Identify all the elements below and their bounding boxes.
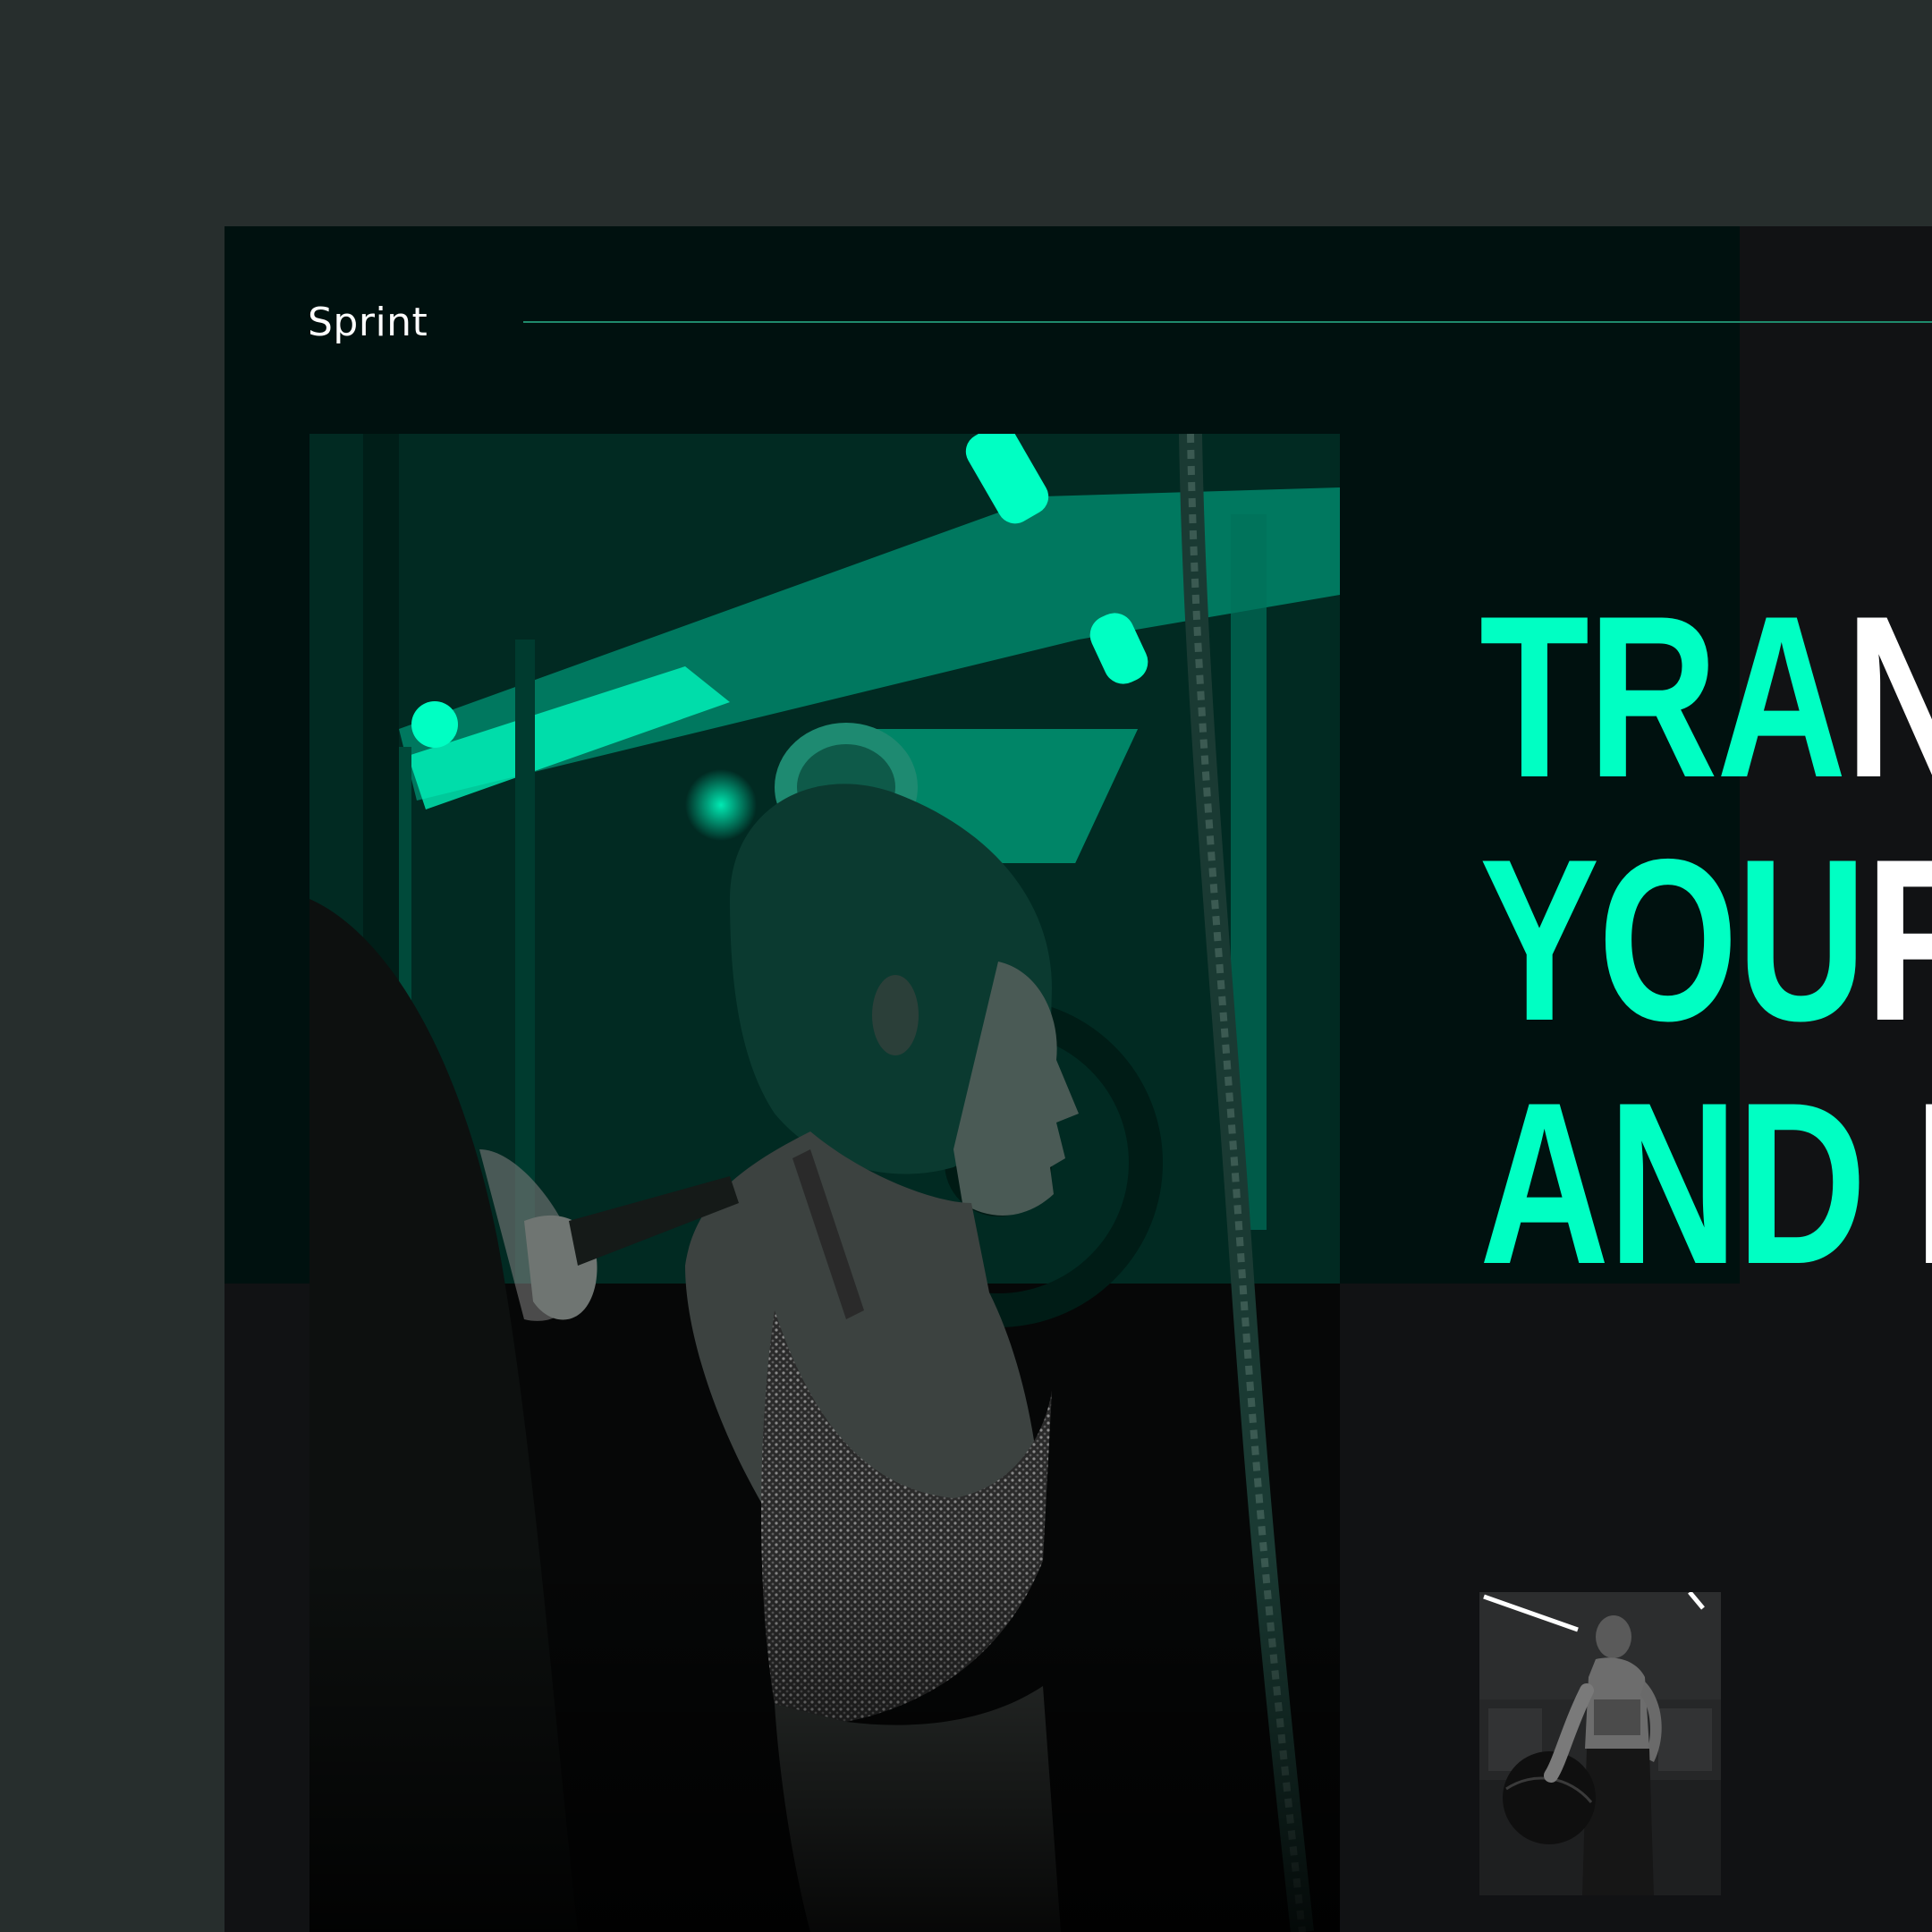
- headline-line-3-rest: MI: [1865, 1054, 1932, 1312]
- landing-page: Sprint TRA YOU AND: [225, 226, 1932, 1932]
- headline-line-2-accent: YOU: [1479, 810, 1867, 1069]
- headline-line-1: TRANSF: [1479, 575, 1932, 818]
- athlete-gym-photo: [309, 434, 1340, 1932]
- header-divider: [523, 321, 1932, 323]
- canvas: Sprint TRA YOU AND: [0, 0, 1932, 1932]
- hero-headline: TRANSF YOUR B AND MI: [1479, 575, 1932, 1305]
- athlete-with-medicine-ball-photo: [1479, 1592, 1721, 1895]
- headline-line-2: YOUR B: [1479, 818, 1932, 1062]
- headline-line-2-rest: R B: [1865, 810, 1932, 1069]
- headline-line-1-accent: TRA: [1479, 567, 1846, 826]
- brand-logo-text[interactable]: Sprint: [308, 300, 428, 345]
- headline-line-3: AND MI: [1479, 1062, 1932, 1305]
- headline-line-3-accent: AND: [1479, 1054, 1867, 1312]
- secondary-image-thumbnail[interactable]: [1479, 1592, 1721, 1895]
- headline-line-1-rest: NSF: [1845, 567, 1932, 826]
- hero-image: [309, 434, 1340, 1932]
